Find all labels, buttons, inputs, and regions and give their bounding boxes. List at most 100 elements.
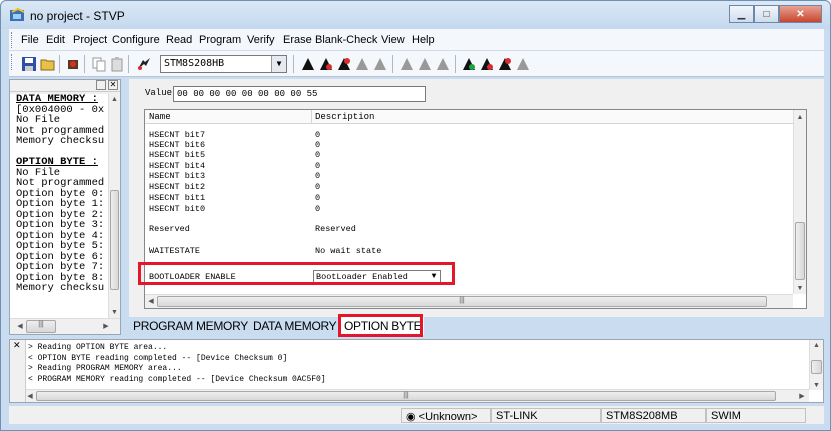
menu-erase[interactable]: Erase — [283, 34, 312, 46]
value-label: Value — [145, 88, 173, 98]
column-separator[interactable] — [311, 110, 312, 124]
column-header-name[interactable]: Name — [149, 112, 171, 122]
paste-icon[interactable] — [109, 56, 125, 72]
maximize-button[interactable]: □ — [754, 5, 779, 23]
menu-bar: File Edit Project Configure Read Program… — [9, 29, 824, 51]
tree-item: Option byte 3: — [16, 219, 105, 231]
minimize-button[interactable]: ▁ — [729, 5, 754, 23]
pin-icon[interactable] — [96, 80, 106, 90]
open-icon[interactable] — [40, 56, 56, 72]
verify-tabs-icon[interactable] — [515, 56, 531, 72]
scroll-right-icon[interactable]: ▶ — [752, 392, 831, 400]
table-row[interactable]: HSECNT bit3 0 — [145, 171, 785, 182]
read-current-icon[interactable] — [300, 56, 316, 72]
table-row[interactable]: WAITESTATE No wait state — [145, 246, 785, 257]
read-tabs-icon[interactable] — [497, 56, 513, 72]
value-field[interactable]: 00 00 00 00 00 00 00 00 55 — [173, 86, 426, 102]
scroll-down-icon[interactable]: ▼ — [810, 382, 823, 389]
info-pane-header: ✕ — [10, 80, 120, 92]
blank-check-icon[interactable] — [435, 56, 451, 72]
read-all-icon[interactable] — [318, 56, 334, 72]
app-window: no project - STVP ▁ □ ✕ File Edit Projec… — [0, 0, 831, 431]
menu-verify[interactable]: Verify — [247, 34, 275, 46]
menu-read[interactable]: Read — [166, 34, 192, 46]
menu-file[interactable]: File — [21, 34, 39, 46]
grid-horizontal-scrollbar[interactable]: ◀ ||| — [145, 294, 793, 308]
row-description: 0 — [315, 161, 321, 171]
status-tool: ST-LINK — [491, 408, 601, 423]
maximize-icon: □ — [763, 8, 770, 20]
row-name: HSECNT bit7 — [149, 130, 206, 140]
highlight-box-option-tab — [338, 314, 423, 337]
column-header-description[interactable]: Description — [315, 112, 374, 122]
menu-grip — [11, 32, 14, 48]
table-row[interactable]: HSECNT bit2 0 — [145, 182, 785, 193]
toolbar-separator — [128, 55, 129, 73]
verify-all-icon[interactable] — [399, 56, 415, 72]
tree-item: Memory checksu — [16, 282, 105, 294]
program-current-icon[interactable] — [336, 56, 352, 72]
row-description: 0 — [315, 171, 321, 181]
output-vertical-scrollbar[interactable]: ▲ ▼ — [809, 340, 823, 390]
close-icon[interactable]: ✕ — [13, 340, 21, 351]
toolbar-separator — [293, 55, 294, 73]
output-horizontal-scrollbar[interactable]: ◀ ||| ▶ — [26, 389, 809, 402]
scroll-up-icon[interactable]: ▲ — [810, 342, 823, 349]
program-all-icon[interactable] — [354, 56, 370, 72]
read-chip-icon[interactable] — [65, 56, 81, 72]
output-lines: > Reading OPTION BYTE area... < OPTION BY… — [28, 343, 326, 385]
menu-view[interactable]: View — [381, 34, 405, 46]
row-description: 0 — [315, 204, 321, 214]
log-line: > Reading OPTION BYTE area... — [28, 343, 168, 352]
configure-icon[interactable] — [136, 56, 152, 72]
grid-vertical-scrollbar[interactable]: ▲ ▼ — [793, 110, 806, 294]
scroll-up-icon[interactable]: ▲ — [794, 114, 806, 121]
scrollbar-thumb[interactable]: ||| — [26, 320, 56, 333]
row-description: 0 — [315, 140, 321, 150]
menu-program[interactable]: Program — [199, 34, 241, 46]
tab-program-memory[interactable]: PROGRAM MEMORY — [133, 319, 248, 333]
info-horizontal-scrollbar[interactable]: ◀ ||| ▶ — [10, 318, 120, 334]
table-row[interactable]: HSECNT bit1 0 — [145, 193, 785, 204]
scroll-down-icon[interactable]: ▼ — [109, 309, 120, 316]
device-select[interactable]: STM8S208HB ▼ — [160, 55, 287, 73]
close-icon: ✕ — [796, 8, 805, 20]
log-line: < OPTION BYTE reading completed -- [Devi… — [28, 353, 288, 363]
status-file-value: <Unknown> — [418, 411, 478, 423]
copy-icon[interactable] — [91, 56, 107, 72]
status-file: ◉ <Unknown> — [401, 408, 491, 423]
grid-header: Name Description — [145, 110, 806, 124]
row-description: 0 — [315, 150, 321, 160]
scroll-up-icon[interactable]: ▲ — [109, 96, 120, 103]
table-row[interactable]: HSECNT bit5 0 — [145, 150, 785, 161]
save-icon[interactable] — [21, 56, 37, 72]
scrollbar-thumb[interactable] — [811, 360, 822, 374]
scrollbar-thumb[interactable] — [795, 222, 805, 280]
table-row[interactable]: Reserved Reserved — [145, 224, 785, 235]
program-all-tabs-icon[interactable] — [479, 56, 495, 72]
program-icon[interactable] — [461, 56, 477, 72]
scrollbar-thumb[interactable]: ||| — [157, 296, 767, 307]
verify-current-icon[interactable] — [372, 56, 388, 72]
menu-configure[interactable]: Configure — [112, 34, 160, 46]
menu-edit[interactable]: Edit — [46, 34, 65, 46]
scrollbar-thumb[interactable]: ||| — [36, 391, 776, 401]
title-bar[interactable]: no project - STVP ▁ □ ✕ — [1, 1, 830, 29]
menu-project[interactable]: Project — [73, 34, 107, 46]
toolbar-separator — [84, 55, 85, 73]
scrollbar-thumb[interactable] — [110, 190, 119, 290]
table-row[interactable]: HSECNT bit0 0 — [145, 204, 785, 215]
status-disk-icon: ◉ — [406, 411, 419, 423]
close-icon[interactable]: ✕ — [108, 80, 118, 90]
memory-tabs: PROGRAM MEMORY DATA MEMORY OPTION BYTE — [129, 314, 824, 337]
menu-help[interactable]: Help — [412, 34, 435, 46]
tab-data-memory[interactable]: DATA MEMORY — [253, 319, 337, 333]
erase-icon[interactable] — [417, 56, 433, 72]
close-button[interactable]: ✕ — [779, 5, 822, 23]
scroll-down-icon[interactable]: ▼ — [794, 285, 806, 292]
menu-blank-check[interactable]: Blank-Check — [315, 34, 377, 46]
toolbar: STM8S208HB ▼ — [9, 51, 824, 77]
row-name: HSECNT bit1 — [149, 193, 206, 203]
info-vertical-scrollbar[interactable]: ▲ ▼ — [108, 94, 120, 318]
tree-item: Not programmed — [16, 177, 105, 189]
